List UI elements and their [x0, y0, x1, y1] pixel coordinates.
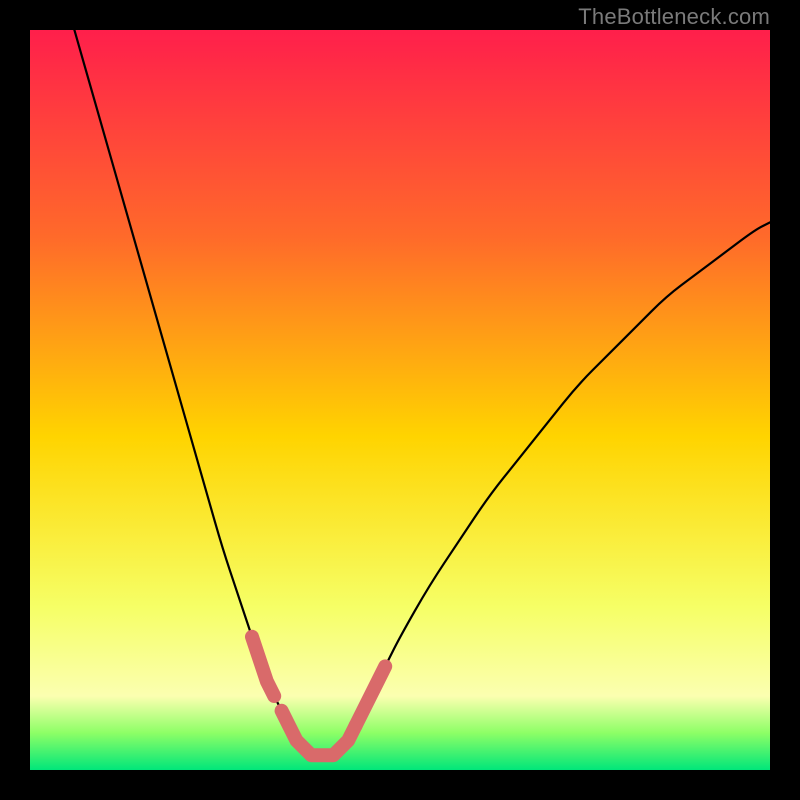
gradient-background: [30, 30, 770, 770]
chart-frame: TheBottleneck.com: [0, 0, 800, 800]
plot-area: [30, 30, 770, 770]
bottleneck-chart: [30, 30, 770, 770]
attribution-text: TheBottleneck.com: [578, 4, 770, 30]
